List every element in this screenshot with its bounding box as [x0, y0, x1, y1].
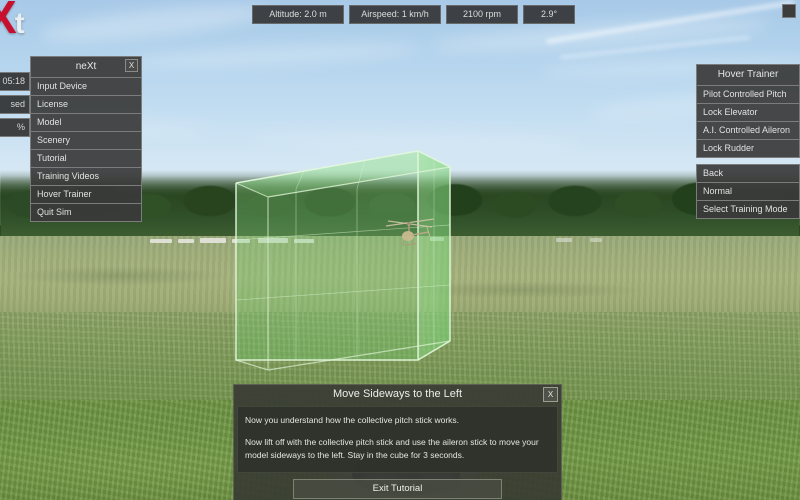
training-cube: [218, 145, 468, 385]
hud-rotor-rpm: 2100 rpm: [446, 5, 518, 24]
hud-status-bar: Altitude: 2.0 m Airspeed: 1 km/h 2100 rp…: [252, 5, 575, 24]
simulator-screen: Xt Altitude: 2.0 m Airspeed: 1 km/h 2100…: [0, 0, 800, 500]
stat-percent: %: [0, 118, 30, 137]
menu-item-model[interactable]: Model: [30, 114, 142, 132]
trainer-item-lock-rudder[interactable]: Lock Rudder: [696, 140, 800, 158]
close-icon[interactable]: X: [543, 387, 558, 402]
menu-item-scenery[interactable]: Scenery: [30, 132, 142, 150]
trainer-item-lock-elevator[interactable]: Lock Elevator: [696, 104, 800, 122]
menu-item-license[interactable]: License: [30, 96, 142, 114]
hud-airspeed: Airspeed: 1 km/h: [349, 5, 441, 24]
logo-t: t: [14, 7, 25, 40]
exit-tutorial-button[interactable]: Exit Tutorial: [293, 478, 502, 499]
hover-trainer-panel: Hover Trainer Pilot Controlled Pitch Loc…: [696, 64, 800, 219]
menu-item-training-videos[interactable]: Training Videos: [30, 168, 142, 186]
main-menu-title: neXt X: [30, 56, 142, 78]
main-menu-title-label: neXt: [75, 61, 97, 72]
menu-item-input-device[interactable]: Input Device: [30, 78, 142, 96]
app-logo: Xt: [0, 0, 25, 43]
hud-altitude: Altitude: 2.0 m: [252, 5, 344, 24]
menu-item-quit-sim[interactable]: Quit Sim: [30, 204, 142, 222]
trainer-item-back[interactable]: Back: [696, 164, 800, 183]
tutorial-dialog-footer: Exit Tutorial: [234, 475, 561, 500]
trainer-item-select-training-mode[interactable]: Select Training Mode: [696, 201, 800, 219]
trainer-item-pilot-controlled-pitch[interactable]: Pilot Controlled Pitch: [696, 86, 800, 104]
tutorial-paragraph-2: Now lift off with the collective pitch s…: [245, 437, 539, 461]
trainer-item-ai-controlled-aileron[interactable]: A.I. Controlled Aileron: [696, 122, 800, 140]
tutorial-dialog-body: Now you understand how the collective pi…: [237, 406, 558, 473]
menu-item-tutorial[interactable]: Tutorial: [30, 150, 142, 168]
trainer-item-normal[interactable]: Normal: [696, 183, 800, 201]
tutorial-paragraph-1: Now you understand how the collective pi…: [245, 415, 460, 425]
menu-item-hover-trainer[interactable]: Hover Trainer: [30, 186, 142, 204]
rc-helicopter: [382, 214, 438, 258]
close-icon[interactable]: X: [125, 59, 138, 72]
hover-trainer-title: Hover Trainer: [696, 64, 800, 86]
tutorial-dialog-titlebar: Move Sideways to the Left X: [234, 385, 561, 404]
tutorial-dialog: Move Sideways to the Left X Now you unde…: [233, 384, 562, 500]
flight-stats-strip: 05:18 sed %: [0, 72, 30, 137]
stat-battery-used: sed: [0, 95, 30, 114]
logo-x: X: [0, 0, 17, 43]
hud-pitch-angle: 2.9°: [523, 5, 575, 24]
stat-flight-time: 05:18: [0, 72, 30, 91]
main-menu: neXt X Input Device License Model Scener…: [30, 56, 142, 222]
tutorial-dialog-title: Move Sideways to the Left: [332, 388, 462, 400]
top-right-button[interactable]: [782, 4, 796, 18]
